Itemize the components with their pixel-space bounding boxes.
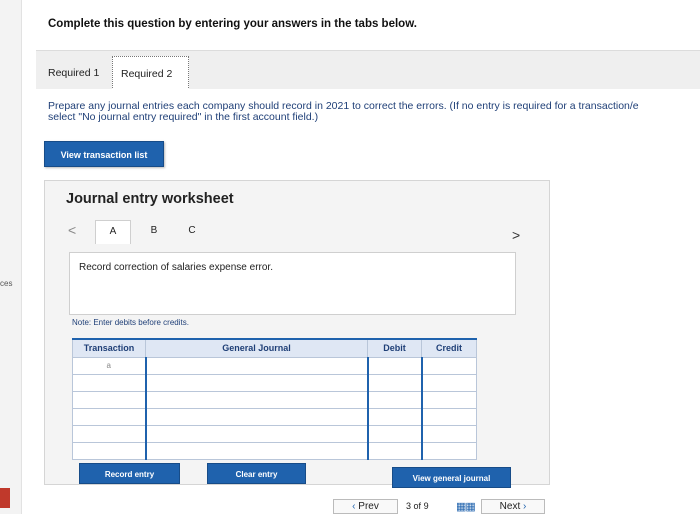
credit-input[interactable] bbox=[420, 441, 477, 460]
worksheet-tab-c[interactable]: C bbox=[174, 220, 210, 244]
general-journal-input[interactable] bbox=[144, 441, 368, 460]
page-total: 9 bbox=[423, 501, 429, 511]
prompt-line-2: select "No journal entry required" in th… bbox=[48, 111, 319, 123]
record-entry-button[interactable]: Record entry bbox=[79, 463, 180, 484]
chevron-right-icon: › bbox=[523, 501, 527, 512]
view-general-journal-button[interactable]: View general journal bbox=[392, 467, 511, 488]
journal-entry-table: Transaction General Journal Debit Credit… bbox=[72, 338, 477, 460]
credit-input[interactable] bbox=[420, 407, 477, 426]
debit-input[interactable] bbox=[366, 407, 422, 426]
table-row bbox=[72, 407, 477, 426]
transaction-cell bbox=[72, 441, 146, 460]
credit-input[interactable] bbox=[420, 390, 477, 409]
worksheet-title: Journal entry worksheet bbox=[66, 191, 234, 207]
table-row bbox=[72, 424, 477, 443]
transaction-cell bbox=[72, 407, 146, 426]
chevron-left-icon: ‹ bbox=[352, 501, 356, 512]
table-header-row: Transaction General Journal Debit Credit bbox=[72, 338, 477, 358]
debit-credit-note: Note: Enter debits before credits. bbox=[72, 318, 189, 327]
header-credit: Credit bbox=[421, 338, 477, 358]
tab-required-2[interactable]: Required 2 bbox=[112, 56, 189, 90]
view-transaction-list-button[interactable]: View transaction list bbox=[44, 141, 164, 167]
table-row bbox=[72, 441, 477, 460]
left-strip-marker bbox=[0, 488, 10, 508]
page-separator: of bbox=[413, 501, 422, 511]
credit-input[interactable] bbox=[420, 373, 477, 392]
general-journal-input[interactable] bbox=[144, 356, 368, 375]
tab-required-1[interactable]: Required 1 bbox=[40, 56, 112, 90]
worksheet-tab-a[interactable]: A bbox=[95, 220, 131, 244]
left-side-strip bbox=[0, 0, 22, 514]
header-general-journal: General Journal bbox=[145, 338, 368, 358]
left-strip-label: ces bbox=[0, 279, 13, 288]
general-journal-input[interactable] bbox=[144, 390, 368, 409]
entry-description: Record correction of salaries expense er… bbox=[79, 262, 273, 273]
header-transaction: Transaction bbox=[72, 338, 146, 358]
clear-entry-button[interactable]: Clear entry bbox=[207, 463, 306, 484]
next-label: Next bbox=[499, 501, 521, 512]
question-prompt: Prepare any journal entries each company… bbox=[48, 101, 700, 123]
table-row: a bbox=[72, 356, 477, 375]
grid-icon[interactable]: ▦▦ bbox=[456, 500, 476, 513]
page-current: 3 bbox=[406, 501, 412, 511]
transaction-cell: a bbox=[72, 356, 146, 375]
worksheet-next-icon[interactable]: > bbox=[512, 227, 520, 243]
table-row bbox=[72, 390, 477, 409]
transaction-cell bbox=[72, 373, 146, 392]
instruction-text: Complete this question by entering your … bbox=[48, 18, 417, 30]
credit-input[interactable] bbox=[420, 424, 477, 443]
header-debit: Debit bbox=[367, 338, 422, 358]
debit-input[interactable] bbox=[366, 441, 422, 460]
debit-input[interactable] bbox=[366, 356, 422, 375]
general-journal-input[interactable] bbox=[144, 407, 368, 426]
page-indicator: 3 of 9 bbox=[406, 501, 429, 511]
worksheet-prev-icon[interactable]: < bbox=[68, 222, 76, 238]
transaction-cell bbox=[72, 424, 146, 443]
debit-input[interactable] bbox=[366, 373, 422, 392]
prev-button[interactable]: ‹ Prev bbox=[333, 499, 398, 514]
debit-input[interactable] bbox=[366, 424, 422, 443]
debit-input[interactable] bbox=[366, 390, 422, 409]
general-journal-input[interactable] bbox=[144, 373, 368, 392]
worksheet-tab-b[interactable]: B bbox=[136, 220, 172, 244]
table-row bbox=[72, 373, 477, 392]
transaction-cell bbox=[72, 390, 146, 409]
prev-label: Prev bbox=[358, 501, 379, 512]
credit-input[interactable] bbox=[420, 356, 477, 375]
question-navigation: ‹ Prev 3 of 9 ▦▦ Next › bbox=[323, 499, 545, 514]
next-button[interactable]: Next › bbox=[481, 499, 545, 514]
general-journal-input[interactable] bbox=[144, 424, 368, 443]
